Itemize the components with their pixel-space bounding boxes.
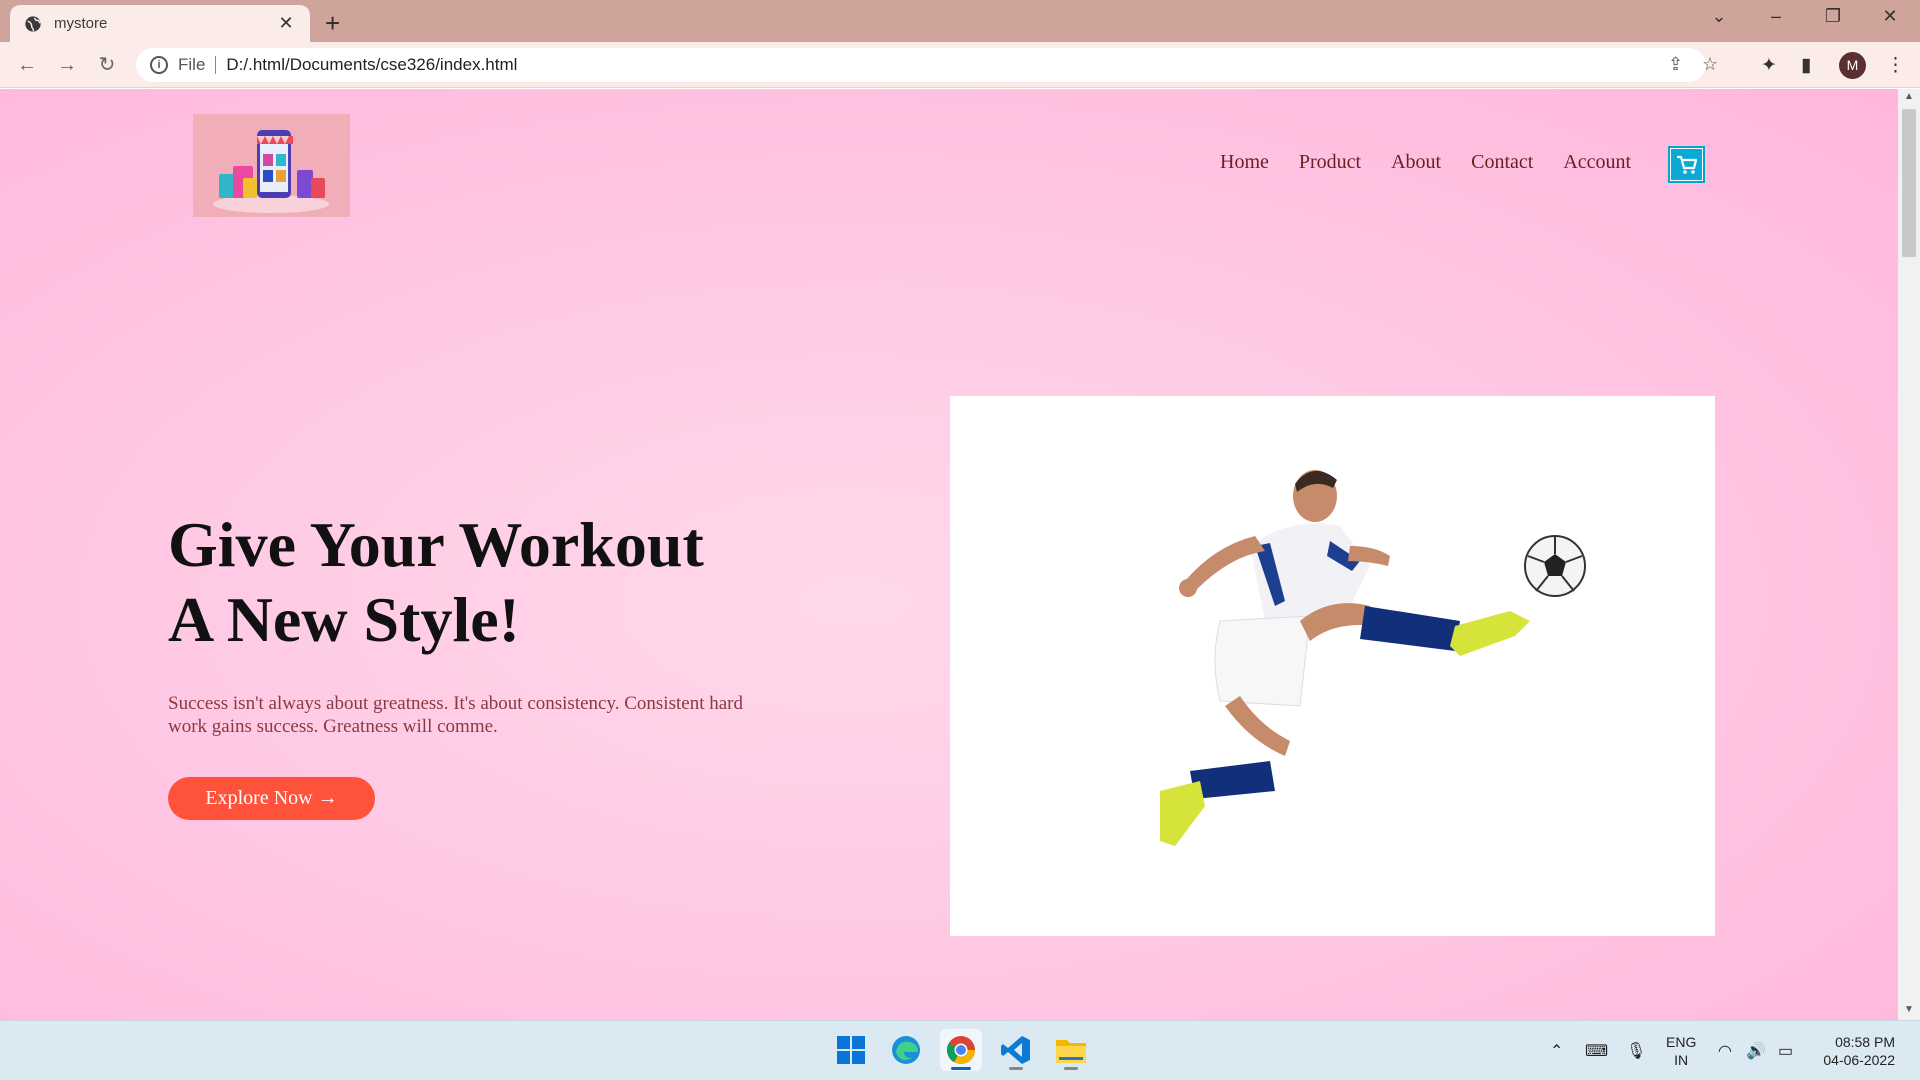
globe-icon [25,15,41,32]
address-scheme: File [178,55,206,74]
main-nav: Home Product About Contact Account [1220,151,1661,174]
tray-overflow-icon[interactable]: ⌃ [1550,1041,1563,1061]
language-region: IN [1674,1052,1689,1068]
browser-tab[interactable]: mystore ✕ [10,5,310,42]
address-url[interactable]: D:/.html/Documents/cse326/index.html [226,55,517,75]
browser-tab-bar: mystore ✕ + ⌄ – ❐ ✕ [0,0,1920,42]
profile-avatar[interactable]: M [1839,52,1866,79]
extensions-icon[interactable]: ✦ [1761,54,1777,77]
language-indicator[interactable]: ENG IN [1666,1033,1696,1069]
side-panel-icon[interactable]: ▮ [1801,54,1811,77]
clock-date: 04-06-2022 [1823,1052,1895,1068]
edge-icon [892,1036,920,1064]
page-viewport: Home Product About Contact Account Give … [0,89,1898,1020]
forward-button[interactable]: → [53,51,81,79]
taskbar-edge[interactable] [885,1029,927,1071]
football-player-illustration [1160,470,1586,846]
clock-time: 08:58 PM [1835,1034,1895,1050]
tab-search-icon[interactable]: ⌄ [1699,6,1739,27]
store-logo[interactable] [193,114,350,217]
info-icon[interactable]: i [150,56,168,74]
taskbar-vscode[interactable] [995,1029,1037,1071]
explorer-running-indicator [1064,1067,1078,1070]
nav-link-product[interactable]: Product [1299,151,1361,174]
wifi-icon[interactable]: ◠ [1718,1041,1732,1061]
tab-title: mystore [54,15,108,32]
nav-link-home[interactable]: Home [1220,151,1269,174]
restore-button[interactable]: ❐ [1813,6,1853,27]
hero-headline-line1: Give Your Workout [168,509,704,580]
menu-icon[interactable]: ⋮ [1886,54,1905,77]
hero-headline: Give Your Workout A New Style! [168,507,704,657]
chrome-icon [947,1036,975,1064]
vscode-running-indicator [1009,1067,1023,1070]
windows-logo-icon [837,1036,865,1064]
os-taskbar: ⌃ ⌨ 🎙 ENG IN ◠ 🔊 ▭ 08:58 PM 04-06-2022 [0,1020,1920,1080]
system-clock[interactable]: 08:58 PM 04-06-2022 [1815,1033,1895,1069]
cart-button[interactable] [1668,146,1705,183]
reload-button[interactable]: ↻ [93,51,121,79]
microphone-icon[interactable]: 🎙 [1626,1041,1646,1061]
volume-icon[interactable]: 🔊 [1746,1041,1766,1061]
language-code: ENG [1666,1034,1697,1050]
hero-subtext: Success isn't always about greatness. It… [168,693,743,737]
scroll-up-icon[interactable]: ▲ [1898,91,1920,102]
cart-icon [1676,155,1697,174]
address-separator [215,56,217,74]
nav-link-account[interactable]: Account [1563,151,1631,174]
taskbar-windows-start[interactable] [830,1029,872,1071]
battery-icon[interactable]: ▭ [1778,1041,1793,1061]
keyboard-icon[interactable]: ⌨ [1585,1041,1608,1061]
back-button[interactable]: ← [13,51,41,79]
chrome-active-indicator [951,1067,971,1070]
taskbar-chrome[interactable] [940,1029,982,1071]
bookmark-star-icon[interactable]: ☆ [1702,54,1718,75]
taskbar-file-explorer[interactable] [1050,1029,1092,1071]
nav-link-about[interactable]: About [1391,151,1441,174]
scroll-down-icon[interactable]: ▼ [1898,1004,1920,1015]
store-logo-image [213,130,329,213]
folder-icon [1056,1040,1086,1063]
hero-image [950,396,1715,936]
tab-close-icon[interactable]: ✕ [276,13,296,34]
address-bar[interactable]: i File D:/.html/Documents/cse326/index.h… [136,48,1718,82]
minimize-button[interactable]: – [1756,6,1796,27]
browser-toolbar: ← → ↻ i File D:/.html/Documents/cse326/i… [0,42,1920,88]
scrollbar-thumb[interactable] [1902,109,1916,257]
explore-now-button[interactable]: Explore Now → [168,777,375,820]
window-close-button[interactable]: ✕ [1870,6,1910,27]
share-icon[interactable]: ⇪ [1668,54,1683,75]
nav-link-contact[interactable]: Contact [1471,151,1533,174]
vscode-icon [1001,1036,1030,1064]
hero-headline-line2: A New Style! [168,584,520,655]
new-tab-button[interactable]: + [325,8,340,39]
page-scrollbar[interactable]: ▲ ▼ [1898,89,1920,1020]
